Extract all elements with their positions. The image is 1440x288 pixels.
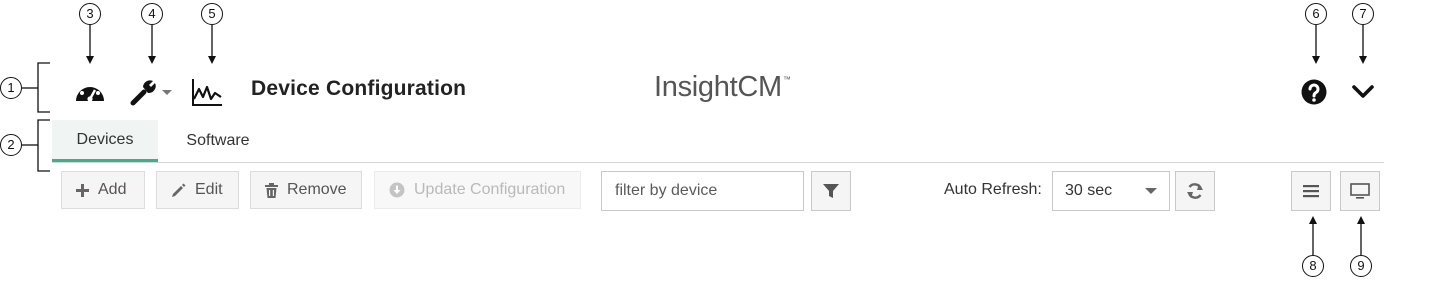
update-configuration-label: Update Configuration — [414, 181, 566, 198]
callout-1: 1 — [0, 77, 22, 99]
callout-5: 5 — [201, 3, 223, 25]
list-view-button[interactable] — [1291, 171, 1331, 211]
tab-software[interactable]: Software — [166, 120, 270, 162]
dashboard-icon[interactable] — [73, 75, 107, 107]
caret-down-icon — [1145, 188, 1157, 194]
callout-7: 7 — [1352, 3, 1374, 25]
add-label: Add — [98, 181, 127, 198]
brand-logo: InsightCM™ — [654, 71, 791, 104]
refresh-button[interactable] — [1175, 171, 1215, 211]
help-icon[interactable] — [1300, 78, 1328, 106]
trash-icon — [265, 182, 278, 198]
brand-mark: ™ — [782, 75, 791, 84]
filter-button[interactable] — [811, 171, 851, 211]
tools-menu[interactable] — [126, 76, 176, 108]
callout-8: 8 — [1302, 255, 1324, 277]
wrench-icon — [130, 80, 156, 106]
monitor-icon — [1350, 183, 1370, 199]
callout-9: 9 — [1350, 255, 1372, 277]
filter-input[interactable] — [601, 171, 804, 211]
edit-button[interactable]: Edit — [156, 171, 239, 209]
chevron-down-icon[interactable] — [1349, 80, 1377, 104]
callout-3: 3 — [79, 3, 101, 25]
edit-label: Edit — [195, 181, 223, 198]
pencil-icon — [172, 183, 186, 197]
auto-refresh-label: Auto Refresh: — [944, 181, 1042, 198]
callout-6: 6 — [1305, 3, 1327, 25]
remove-button[interactable]: Remove — [250, 171, 362, 209]
update-configuration-button[interactable]: Update Configuration — [374, 171, 581, 209]
auto-refresh-select[interactable]: 30 sec — [1052, 171, 1170, 211]
tab-divider — [52, 162, 1384, 163]
add-button[interactable]: Add — [61, 171, 145, 209]
callout-2: 2 — [0, 134, 22, 156]
refresh-icon — [1187, 183, 1203, 199]
auto-refresh-value: 30 sec — [1065, 182, 1113, 199]
plus-icon — [76, 183, 89, 197]
waveform-icon[interactable] — [190, 76, 224, 108]
callout-4: 4 — [141, 3, 163, 25]
caret-down-icon — [162, 90, 172, 95]
brand-name: InsightCM — [654, 71, 782, 103]
tab-devices[interactable]: Devices — [52, 120, 158, 162]
funnel-icon — [823, 184, 839, 198]
remove-label: Remove — [287, 181, 347, 198]
page-title: Device Configuration — [251, 77, 467, 100]
display-view-button[interactable] — [1340, 171, 1380, 211]
hamburger-icon — [1303, 185, 1319, 198]
download-circle-icon — [389, 182, 405, 198]
